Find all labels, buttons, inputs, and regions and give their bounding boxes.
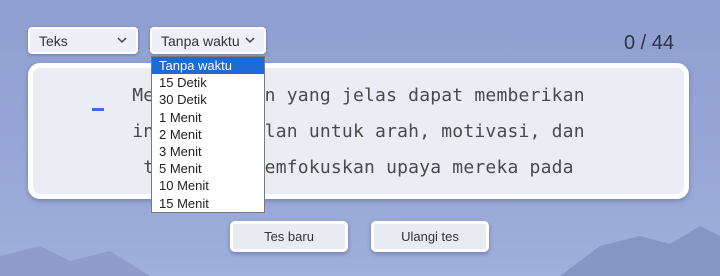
dropdown-option[interactable]: 10 Menit [152, 177, 264, 194]
typing-text-box[interactable]: Menet an yang jelas dapat memberikan ind… [28, 63, 689, 199]
chevron-down-icon [245, 37, 255, 44]
mode-select-value: Teks [39, 32, 68, 49]
chevron-down-icon [117, 37, 127, 44]
mode-select[interactable]: Teks [28, 27, 138, 54]
word-counter: 0 / 44 [623, 32, 674, 54]
dropdown-option[interactable]: 15 Detik [152, 74, 264, 91]
dropdown-option[interactable]: 5 Menit [152, 160, 264, 177]
retry-test-button[interactable]: Ulangi tes [371, 221, 489, 252]
time-select-value: Tanpa waktu [161, 32, 240, 49]
dropdown-option[interactable]: 1 Menit [152, 109, 264, 126]
typing-caret [92, 108, 104, 111]
text-line: tujua memfokuskan upaya mereka pada [143, 157, 574, 178]
dropdown-option[interactable]: 30 Detik [152, 91, 264, 108]
mountain-background [0, 226, 720, 276]
text-line: indiv alan untuk arah, motivasi, dan [132, 121, 585, 142]
new-test-button[interactable]: Tes baru [230, 221, 348, 252]
dropdown-option[interactable]: 15 Menit [152, 195, 264, 212]
time-dropdown-list: Tanpa waktu 15 Detik 30 Detik 1 Menit 2 … [151, 56, 265, 213]
dropdown-option[interactable]: 3 Menit [152, 143, 264, 160]
dropdown-option[interactable]: 2 Menit [152, 126, 264, 143]
text-line: Menet an yang jelas dapat memberikan [132, 85, 585, 106]
time-select[interactable]: Tanpa waktu [150, 27, 266, 54]
dropdown-option[interactable]: Tanpa waktu [152, 57, 264, 75]
